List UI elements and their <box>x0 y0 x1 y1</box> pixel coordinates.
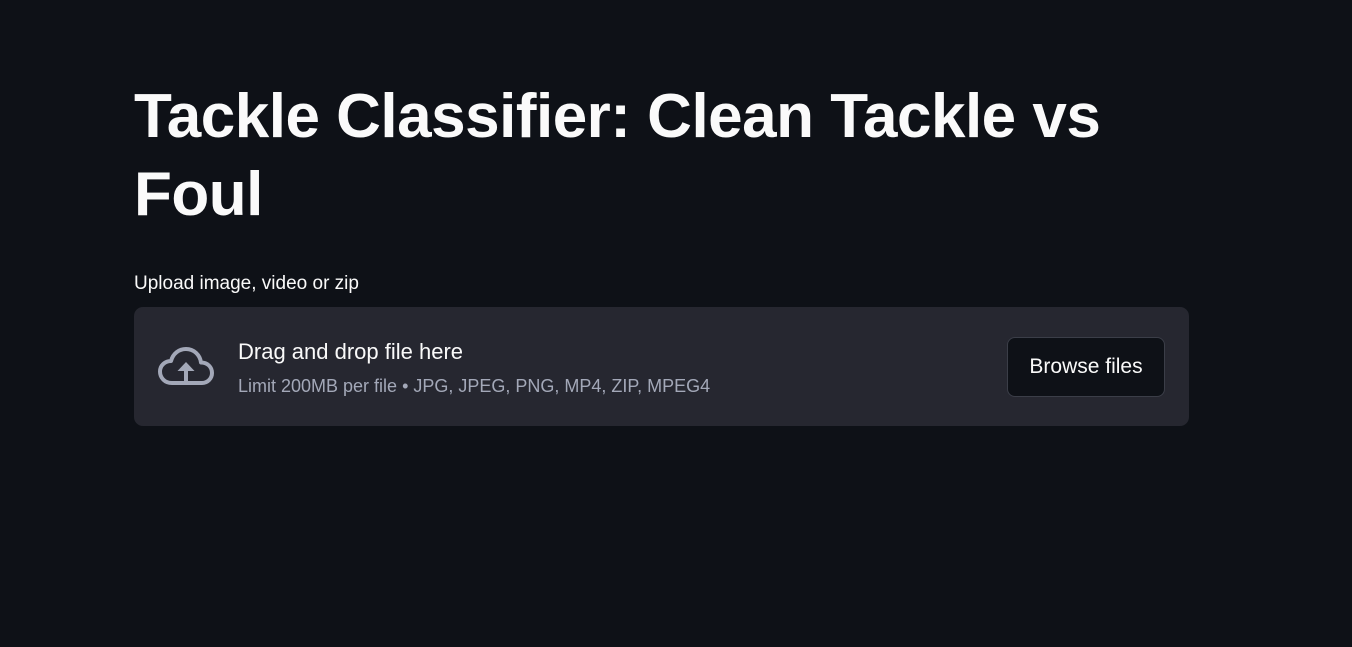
dropzone-text: Drag and drop file here Limit 200MB per … <box>238 337 1007 397</box>
file-dropzone[interactable]: Drag and drop file here Limit 200MB per … <box>134 307 1189 426</box>
file-limit-hint: Limit 200MB per file • JPG, JPEG, PNG, M… <box>238 375 711 396</box>
app-page: Tackle Classifier: Clean Tackle vs Foul … <box>0 0 1352 647</box>
cloud-upload-icon <box>158 346 214 388</box>
page-title: Tackle Classifier: Clean Tackle vs Foul <box>134 82 1101 229</box>
main-content: Tackle Classifier: Clean Tackle vs Foul … <box>134 78 1189 426</box>
browse-files-button[interactable]: Browse files <box>1007 336 1165 397</box>
upload-label: Upload image, video or zip <box>134 273 359 294</box>
dropzone-instructions: Drag and drop file here <box>238 338 464 364</box>
